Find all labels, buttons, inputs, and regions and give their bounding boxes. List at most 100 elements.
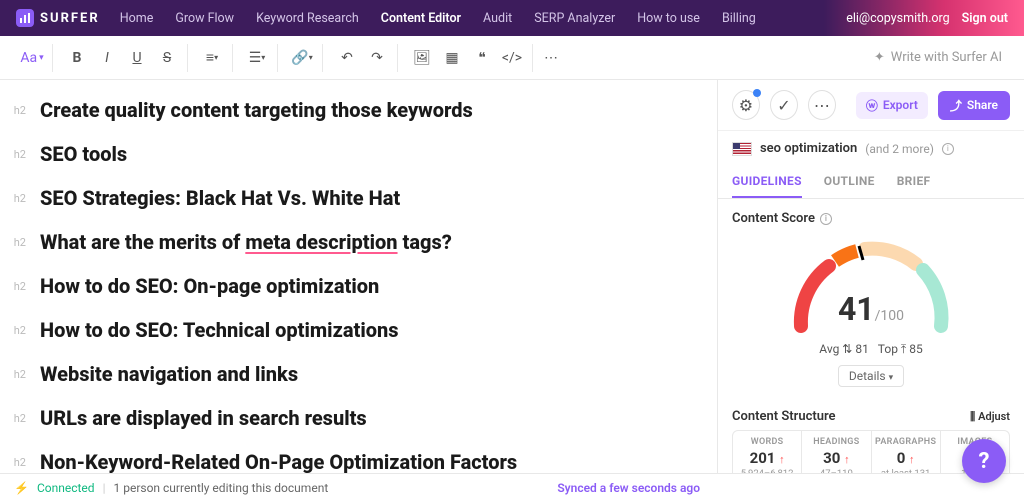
sign-out-link[interactable]: Sign out — [962, 11, 1008, 26]
structure-cell: PARAGRAPHS 0 ↑at least 131 — [872, 431, 941, 473]
heading-level-tag: h2 — [8, 148, 26, 161]
structure-range: 5,924–6,812 — [735, 468, 799, 473]
nav-grow-flow[interactable]: Grow Flow — [175, 11, 234, 26]
nav-how-to-use[interactable]: How to use — [637, 11, 700, 26]
heading-level-tag: h2 — [8, 324, 26, 337]
heading-row[interactable]: h2 How to do SEO: Technical optimizations — [8, 308, 697, 352]
font-style-dropdown[interactable]: Aa▾ — [18, 44, 46, 72]
tab-guidelines[interactable]: GUIDELINES — [732, 166, 802, 198]
code-button[interactable]: </> — [498, 44, 526, 72]
italic-button[interactable]: I — [93, 44, 121, 72]
structure-value: 30 ↑ — [804, 449, 868, 467]
sync-status: Synced a few seconds ago — [557, 481, 700, 495]
logo[interactable]: SURFER — [16, 9, 100, 27]
structure-range: 47–110 — [804, 468, 868, 473]
structure-label: PARAGRAPHS — [874, 437, 938, 447]
image-button[interactable]: 🖼 — [408, 44, 436, 72]
user-email[interactable]: eli@copysmith.org — [846, 11, 949, 26]
heading-level-tag: h2 — [8, 456, 26, 469]
nav-content-editor[interactable]: Content Editor — [381, 11, 461, 26]
heading-row[interactable]: h2 What are the merits of meta descriptio… — [8, 220, 697, 264]
help-fab[interactable]: ? — [962, 439, 1006, 483]
heading-row[interactable]: h2 Non-Keyword-Related On-Page Optimizati… — [8, 440, 697, 473]
redo-button[interactable]: ↷ — [363, 44, 391, 72]
structure-cell: HEADINGS 30 ↑47–110 — [802, 431, 871, 473]
more-button[interactable]: ⋯ — [537, 44, 565, 72]
strikethrough-button[interactable]: S — [153, 44, 181, 72]
score-value: 41 — [838, 290, 875, 328]
keyword-row[interactable]: seo optimization (and 2 more) i — [718, 131, 1024, 166]
heading-level-tag: h2 — [8, 104, 26, 117]
heading-row[interactable]: h2 SEO Strategies: Black Hat Vs. White Ha… — [8, 176, 697, 220]
structure-cell: WORDS201 ↑5,924–6,812 — [733, 431, 802, 473]
undo-button[interactable]: ↶ — [333, 44, 361, 72]
heading-row[interactable]: h2 Create quality content targeting those… — [8, 88, 697, 132]
sparkle-icon: ✦ — [874, 50, 885, 65]
quote-button[interactable]: ❝ — [468, 44, 496, 72]
wordpress-icon: ⓦ — [866, 97, 878, 114]
sidebar-panel: ⚙ ✓ ⋯ ⓦExport ⤴Share seo optimization (a… — [717, 80, 1024, 473]
score-meta: Avg ⇅ 81 Top ⤒ 85 — [732, 342, 1010, 357]
heading-text[interactable]: SEO tools — [40, 141, 127, 167]
heading-level-tag: h2 — [8, 368, 26, 381]
tab-brief[interactable]: BRIEF — [897, 166, 931, 198]
nav-keyword-research[interactable]: Keyword Research — [256, 11, 359, 26]
export-button[interactable]: ⓦExport — [856, 92, 928, 119]
heading-text[interactable]: Create quality content targeting those k… — [40, 97, 473, 123]
share-button[interactable]: ⤴Share — [938, 91, 1010, 120]
heading-text[interactable]: How to do SEO: On-page optimization — [40, 273, 379, 299]
heading-text[interactable]: Website navigation and links — [40, 361, 298, 387]
tab-outline[interactable]: OUTLINE — [824, 166, 875, 198]
info-icon[interactable]: i — [942, 143, 954, 155]
align-dropdown[interactable]: ≡▾ — [198, 44, 226, 72]
score-gauge: 41/100 — [781, 236, 961, 336]
logo-icon — [16, 9, 34, 27]
underline-button[interactable]: U — [123, 44, 151, 72]
us-flag-icon — [732, 142, 752, 156]
editor-toolbar: Aa▾ B I U S ≡▾ ☰▾ 🔗▾ ↶ ↷ 🖼 ▦ ❝ </> ⋯ ✦ W… — [0, 36, 1024, 80]
settings-icon[interactable]: ⚙ — [732, 90, 760, 120]
structure-range: at least 131 — [874, 468, 938, 473]
content-score-title: Content Scorei — [732, 211, 1010, 226]
info-icon[interactable]: i — [820, 213, 832, 225]
heading-level-tag: h2 — [8, 280, 26, 293]
adjust-structure-button[interactable]: ⫼Adjust — [970, 410, 1010, 424]
bold-button[interactable]: B — [63, 44, 91, 72]
table-button[interactable]: ▦ — [438, 44, 466, 72]
more-icon[interactable]: ⋯ — [808, 90, 836, 120]
check-icon[interactable]: ✓ — [770, 90, 798, 120]
heading-text[interactable]: SEO Strategies: Black Hat Vs. White Hat — [40, 185, 400, 211]
list-dropdown[interactable]: ☰▾ — [243, 44, 271, 72]
score-max: /100 — [875, 308, 904, 324]
nav-billing[interactable]: Billing — [722, 11, 756, 26]
link-dropdown[interactable]: 🔗▾ — [288, 44, 316, 72]
write-with-ai-button[interactable]: ✦ Write with Surfer AI — [864, 46, 1012, 69]
heading-text[interactable]: How to do SEO: Technical optimizations — [40, 317, 399, 343]
heading-row[interactable]: h2 Website navigation and links — [8, 352, 697, 396]
nav-links: Home Grow Flow Keyword Research Content … — [120, 11, 847, 26]
editor-pane[interactable]: h2 Create quality content targeting those… — [0, 80, 717, 473]
nav-serp-analyzer[interactable]: SERP Analyzer — [534, 11, 615, 26]
notification-dot — [753, 89, 761, 97]
nav-right: eli@copysmith.org Sign out — [846, 11, 1008, 26]
sliders-icon: ⫼ — [970, 410, 975, 424]
connected-icon: ⚡ — [14, 481, 29, 495]
structure-value: 0 ↑ — [874, 449, 938, 467]
nav-audit[interactable]: Audit — [483, 11, 512, 26]
heading-text[interactable]: URLs are displayed in search results — [40, 405, 367, 431]
status-bar: ⚡ Connected | 1 person currently editing… — [0, 473, 1024, 501]
structure-title: Content Structure — [732, 409, 836, 424]
connected-label: Connected — [37, 481, 95, 495]
heading-row[interactable]: h2 How to do SEO: On-page optimization — [8, 264, 697, 308]
highlighted-phrase: meta description — [245, 230, 397, 254]
details-dropdown[interactable]: Details ▾ — [838, 365, 904, 387]
heading-text[interactable]: Non-Keyword-Related On-Page Optimization… — [40, 449, 517, 473]
heading-text[interactable]: What are the merits of meta description … — [40, 229, 452, 255]
heading-level-tag: h2 — [8, 236, 26, 249]
heading-level-tag: h2 — [8, 192, 26, 205]
sidebar-tabs: GUIDELINES OUTLINE BRIEF — [718, 166, 1024, 199]
heading-row[interactable]: h2URLs are displayed in search results — [8, 396, 697, 440]
heading-row[interactable]: h2 SEO tools — [8, 132, 697, 176]
nav-home[interactable]: Home — [120, 11, 154, 26]
structure-label: HEADINGS — [804, 437, 868, 447]
